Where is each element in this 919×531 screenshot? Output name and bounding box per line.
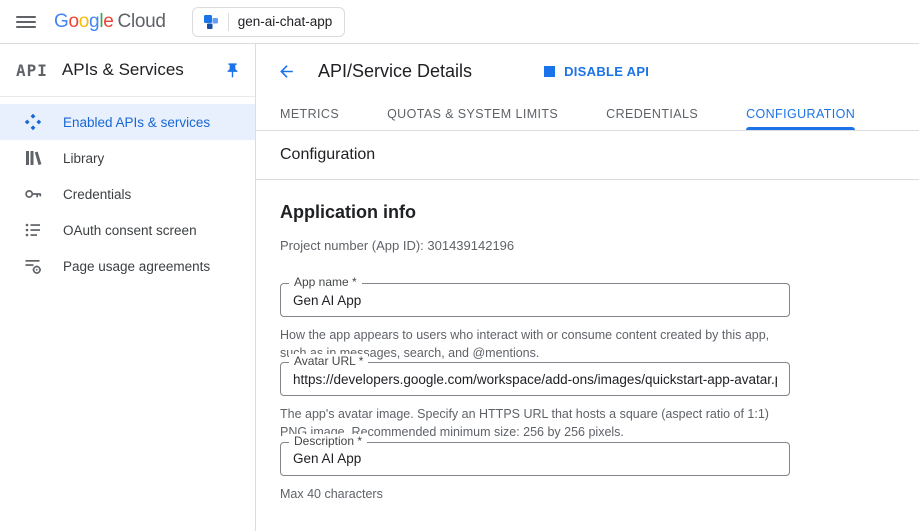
stop-icon xyxy=(544,66,555,77)
sidebar-item-page-usage-agreements[interactable]: Page usage agreements xyxy=(0,248,255,284)
avatar-url-field: Avatar URL * xyxy=(280,362,790,396)
disable-api-label: DISABLE API xyxy=(564,64,649,79)
sidebar-nav: Enabled APIs & services Library xyxy=(0,97,255,284)
description-helper-text: Max 40 characters xyxy=(280,485,785,503)
app-name-label: App name * xyxy=(289,275,362,289)
tab-label: CREDENTIALS xyxy=(606,107,698,121)
logo-letter: e xyxy=(103,11,113,33)
project-number-text: Project number (App ID): 301439142196 xyxy=(280,238,895,253)
page-usage-agreements-icon xyxy=(24,257,42,275)
project-name: gen-ai-chat-app xyxy=(238,14,333,29)
sidebar-item-oauth-consent[interactable]: OAuth consent screen xyxy=(0,212,255,248)
divider xyxy=(228,13,229,31)
avatar-url-label: Avatar URL * xyxy=(289,354,368,368)
description-label: Description * xyxy=(289,434,367,448)
configuration-section-header: Configuration xyxy=(256,131,919,180)
sidebar-item-credentials[interactable]: Credentials xyxy=(0,176,255,212)
logo-letter: G xyxy=(54,11,68,33)
tab-label: METRICS xyxy=(280,107,339,121)
credentials-icon xyxy=(24,185,42,203)
sidebar: API APIs & Services xyxy=(0,44,256,531)
main-panel: API/Service Details DISABLE API METRICS … xyxy=(256,44,919,531)
logo-letter: o xyxy=(68,11,78,33)
application-info-heading: Application info xyxy=(280,202,895,223)
logo-letter: g xyxy=(89,11,99,33)
sidebar-title: APIs & Services xyxy=(62,60,184,80)
page-title: API/Service Details xyxy=(318,61,472,82)
logo-letter: o xyxy=(79,11,89,33)
tab-metrics[interactable]: METRICS xyxy=(280,98,339,130)
tab-credentials[interactable]: CREDENTIALS xyxy=(606,98,698,130)
apis-services-logo-icon: API xyxy=(16,61,48,80)
sidebar-item-label: Page usage agreements xyxy=(63,259,210,274)
sidebar-header: API APIs & Services xyxy=(0,44,255,97)
hamburger-icon[interactable] xyxy=(16,12,36,32)
sidebar-item-label: Enabled APIs & services xyxy=(63,115,210,130)
tab-quotas-system-limits[interactable]: QUOTAS & SYSTEM LIMITS xyxy=(387,98,558,130)
sidebar-item-library[interactable]: Library xyxy=(0,140,255,176)
enabled-apis-icon xyxy=(24,113,42,131)
tab-label: QUOTAS & SYSTEM LIMITS xyxy=(387,107,558,121)
google-cloud-logo: Google Cloud xyxy=(54,11,166,33)
sidebar-item-label: Library xyxy=(63,151,104,166)
back-arrow-icon[interactable] xyxy=(274,59,298,83)
sidebar-item-label: Credentials xyxy=(63,187,131,202)
description-field: Description * xyxy=(280,442,790,476)
disable-api-button[interactable]: DISABLE API xyxy=(536,58,657,85)
app-window: Google Cloud gen-ai-chat-app API APIs & … xyxy=(0,0,919,531)
top-bar: Google Cloud gen-ai-chat-app xyxy=(0,0,919,44)
section-title: Configuration xyxy=(280,146,375,164)
page-header: API/Service Details DISABLE API xyxy=(256,44,919,98)
app-name-field: App name * xyxy=(280,283,790,317)
tab-bar: METRICS QUOTAS & SYSTEM LIMITS CREDENTIA… xyxy=(256,98,919,131)
logo-cloud-text: Cloud xyxy=(118,11,166,33)
oauth-consent-icon xyxy=(24,221,42,239)
project-selector[interactable]: gen-ai-chat-app xyxy=(192,7,346,37)
configuration-content: Application info Project number (App ID)… xyxy=(256,180,919,525)
sidebar-item-enabled-apis[interactable]: Enabled APIs & services xyxy=(0,104,255,140)
tab-configuration[interactable]: CONFIGURATION xyxy=(746,98,855,130)
library-icon xyxy=(24,149,42,167)
project-icon xyxy=(203,14,219,30)
pin-icon[interactable] xyxy=(224,62,241,79)
sidebar-item-label: OAuth consent screen xyxy=(63,223,197,238)
tab-label: CONFIGURATION xyxy=(746,107,855,121)
